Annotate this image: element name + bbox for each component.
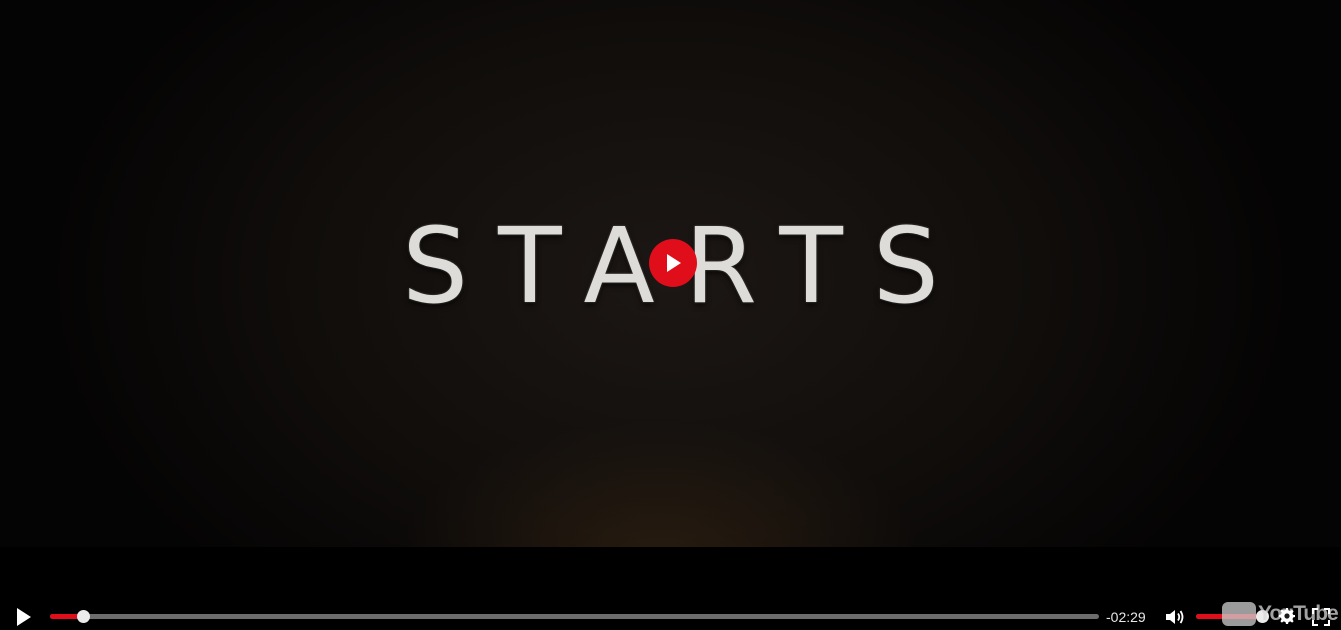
- play-icon: [667, 254, 681, 272]
- video-player: STARTS -02:29: [0, 0, 1341, 630]
- fullscreen-button[interactable]: [1312, 608, 1330, 626]
- play-button[interactable]: [12, 606, 34, 628]
- progress-bar[interactable]: [50, 610, 1099, 623]
- volume-button[interactable]: [1164, 607, 1186, 627]
- big-play-button[interactable]: [649, 239, 697, 287]
- gear-icon: [1279, 608, 1295, 624]
- time-remaining: -02:29: [1106, 609, 1146, 625]
- settings-button[interactable]: [1279, 608, 1295, 624]
- youtube-logo-icon: [1222, 602, 1256, 626]
- video-frame[interactable]: STARTS: [0, 0, 1341, 547]
- control-bar: -02:29 YouTube: [0, 600, 1341, 630]
- play-icon: [17, 608, 31, 626]
- fullscreen-icon: [1312, 608, 1330, 626]
- volume-icon: [1166, 610, 1184, 624]
- progress-scrubber[interactable]: [76, 610, 90, 623]
